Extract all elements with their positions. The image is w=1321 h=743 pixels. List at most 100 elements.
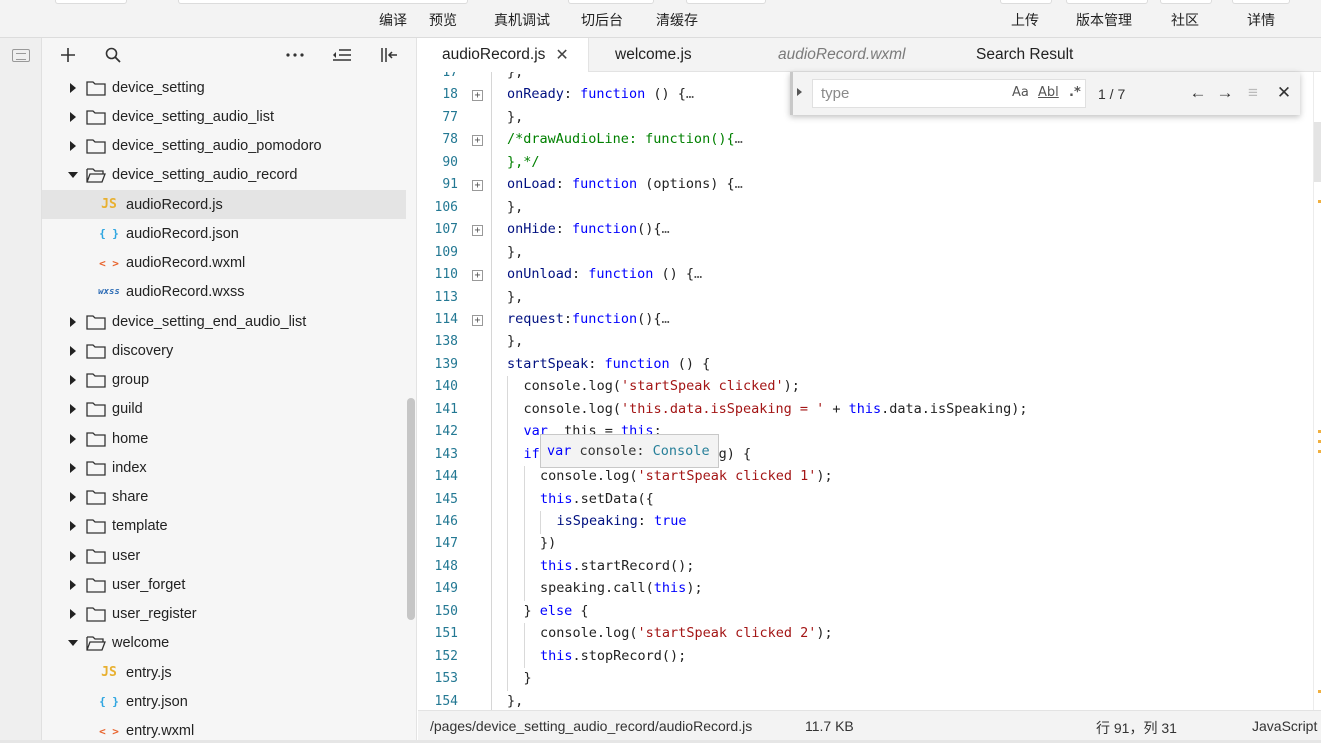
tree-file[interactable]: JS audioRecord.js — [42, 190, 406, 219]
find-in-selection-icon[interactable]: ≡ — [1243, 83, 1263, 103]
expand-fold-icon[interactable]: + — [472, 135, 483, 147]
code-line: 148 this.startRecord(); — [418, 555, 1308, 579]
compile-button[interactable]: 编译 — [379, 10, 407, 30]
tree-folder[interactable]: device_setting_end_audio_list — [42, 307, 406, 336]
line-number: 148 — [434, 558, 458, 574]
version-manage-button[interactable]: 版本管理 — [1076, 10, 1132, 30]
toolbar-tab-stub — [1232, 0, 1290, 4]
code-editor[interactable]: 17}, 18 + onReady: function () {… 77}, 78 +/*d… — [418, 72, 1321, 710]
community-button[interactable]: 社区 — [1171, 10, 1199, 30]
tab-audiorecord-js[interactable]: audioRecord.js ✕ — [418, 38, 589, 72]
expand-fold-icon[interactable]: + — [472, 270, 483, 282]
line-number: 107 — [434, 222, 458, 238]
next-match-icon[interactable]: → — [1215, 83, 1235, 103]
chevron-right-icon[interactable] — [66, 490, 80, 504]
chevron-right-icon[interactable] — [66, 519, 80, 533]
whole-word-icon[interactable]: Abl — [1038, 85, 1059, 100]
chevron-right-icon[interactable] — [66, 110, 80, 124]
search-icon[interactable] — [99, 42, 127, 68]
tree-folder[interactable]: user_register — [42, 600, 406, 629]
clear-cache-button[interactable]: 清缓存 — [656, 10, 698, 30]
code-token: () { — [645, 86, 686, 103]
chevron-right-icon[interactable] — [66, 373, 80, 387]
language-mode[interactable]: JavaScript — [1252, 718, 1317, 734]
close-icon[interactable]: ✕ — [555, 45, 568, 65]
more-icon[interactable] — [281, 42, 309, 68]
tree-folder[interactable]: user — [42, 541, 406, 570]
code-line: 147}) — [418, 533, 1308, 556]
tree-folder[interactable]: template — [42, 512, 406, 541]
chevron-right-icon[interactable] — [66, 578, 80, 592]
tree-folder[interactable]: discovery — [42, 336, 406, 365]
tree-folder[interactable]: device_setting_audio_list — [42, 102, 406, 131]
tab-welcome-js[interactable]: welcome.js — [615, 38, 692, 72]
code-text: /*drawAudioLine: function(){… — [507, 131, 743, 147]
tab-audiorecord-wxml[interactable]: audioRecord.wxml — [778, 38, 906, 72]
tree-folder[interactable]: device_setting_audio_record — [42, 161, 406, 190]
regex-icon[interactable]: .* — [1069, 85, 1081, 100]
upload-button[interactable]: 上传 — [1011, 10, 1039, 30]
hover-keyword: var — [547, 443, 572, 459]
overview-ruler[interactable] — [1313, 72, 1321, 710]
remote-debug-button[interactable]: 真机调试 — [494, 10, 550, 30]
tree-file[interactable]: < > audioRecord.wxml — [42, 249, 406, 278]
chevron-right-icon[interactable] — [66, 432, 80, 446]
code-line: 78 + /*drawAudioLine: function(){… — [418, 129, 1308, 152]
tree-folder[interactable]: device_setting — [42, 73, 406, 102]
chevron-right-icon[interactable] — [66, 315, 80, 329]
tree-folder[interactable]: guild — [42, 395, 406, 424]
expand-fold-icon[interactable]: + — [472, 225, 483, 237]
tree-folder[interactable]: group — [42, 366, 406, 395]
tree-folder[interactable]: welcome — [42, 629, 406, 658]
chevron-right-icon[interactable] — [66, 402, 80, 416]
folder-icon — [86, 519, 106, 534]
tab-label: audioRecord.wxml — [778, 46, 906, 63]
tree-file[interactable]: { } entry.json — [42, 687, 406, 716]
code-token: : — [572, 266, 589, 283]
chevron-right-icon[interactable] — [66, 549, 80, 563]
details-button[interactable]: 详情 — [1247, 10, 1275, 30]
code-text: console.log('startSpeak clicked 2'); — [540, 625, 833, 641]
code-token: }, — [507, 72, 524, 80]
expand-fold-icon[interactable]: + — [472, 90, 483, 102]
line-number: 143 — [434, 446, 458, 462]
tree-folder[interactable]: home — [42, 424, 406, 453]
expand-fold-icon[interactable]: + — [472, 314, 483, 326]
cursor-position[interactable]: 行 91，列 31 — [1096, 718, 1177, 738]
tree-folder[interactable]: device_setting_audio_pomodoro — [42, 132, 406, 161]
background-button[interactable]: 切后台 — [581, 10, 623, 30]
explorer-scrollbar[interactable] — [407, 398, 415, 620]
collapse-all-icon[interactable] — [328, 42, 356, 68]
indent-guide — [523, 511, 525, 534]
tree-folder[interactable]: share — [42, 483, 406, 512]
chevron-right-icon[interactable] — [66, 461, 80, 475]
preview-button[interactable]: 预览 — [429, 10, 457, 30]
tree-file[interactable]: { } audioRecord.json — [42, 219, 406, 248]
editor-scroll-thumb[interactable] — [1314, 122, 1321, 182]
tree-item-label: group — [112, 372, 150, 388]
chevron-right-icon[interactable] — [66, 344, 80, 358]
chevron-right-icon[interactable] — [66, 607, 80, 621]
previous-match-icon[interactable]: ← — [1188, 83, 1208, 103]
tree-folder[interactable]: index — [42, 453, 406, 482]
line-number: 152 — [434, 648, 458, 664]
line-number: 147 — [434, 536, 458, 552]
chevron-down-icon[interactable] — [66, 636, 80, 650]
toggle-panel-icon[interactable] — [12, 49, 30, 62]
code-token: } — [523, 602, 540, 619]
tab-search-result[interactable]: Search Result — [976, 38, 1073, 72]
add-file-icon[interactable] — [54, 42, 82, 68]
toggle-replace-icon[interactable] — [797, 88, 802, 96]
match-case-icon[interactable]: Aa — [1012, 85, 1029, 100]
chevron-right-icon[interactable] — [66, 81, 80, 95]
close-find-icon[interactable]: ✕ — [1274, 83, 1294, 103]
tree-file[interactable]: wxss audioRecord.wxss — [42, 278, 406, 307]
code-token: this — [540, 647, 573, 664]
hide-sidebar-icon[interactable] — [375, 42, 403, 68]
chevron-down-icon[interactable] — [66, 168, 80, 182]
tree-folder[interactable]: user_forget — [42, 570, 406, 599]
tree-item-label: audioRecord.wxss — [126, 284, 245, 301]
expand-fold-icon[interactable]: + — [472, 180, 483, 192]
chevron-right-icon[interactable] — [66, 139, 80, 153]
tree-file[interactable]: JS entry.js — [42, 658, 406, 687]
